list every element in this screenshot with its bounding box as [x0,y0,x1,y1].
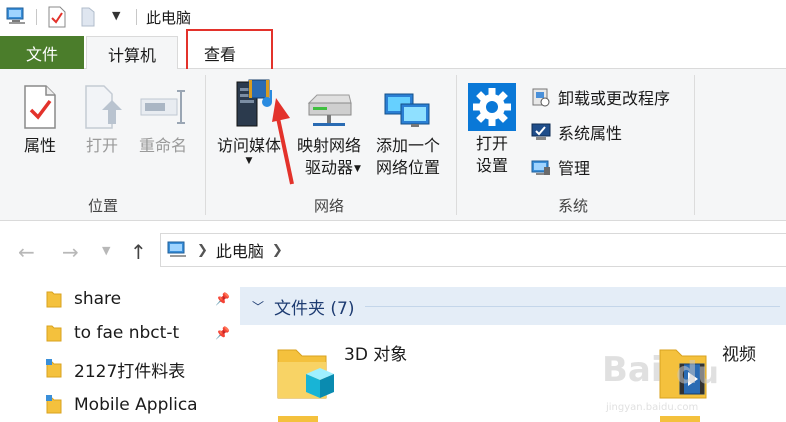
annotation-arrow-icon [272,98,294,185]
forward-arrow-icon[interactable]: → [62,240,79,264]
highlight-annotation-box [186,29,273,74]
map-network-drive-icon [307,94,352,126]
rename-label: 重命名 [138,136,187,155]
network-group-label: 网络 [313,197,344,215]
folders-group-title: 文件夹 (7) [274,298,355,319]
breadcrumb-this-pc[interactable]: 此电脑 [216,238,264,262]
system-properties-icon [530,121,552,143]
nav-item-2127[interactable]: 2127打件料表 [46,354,232,384]
open-icon [85,85,122,129]
location-group-label: 位置 [87,197,118,215]
breadcrumb-chevron-icon[interactable]: ❯ [197,243,208,258]
folder-icon-partial [278,416,318,422]
ribbon-tabs: 文件 计算机 查看 [0,34,786,70]
open-label: 打开 [85,136,118,155]
folders-group-header[interactable]: ﹀ 文件夹 (7) [240,287,786,325]
group-separator [694,75,695,215]
breadcrumb-chevron-icon[interactable]: ❯ [272,243,283,258]
manage-label: 管理 [558,159,591,178]
add-network-location-button[interactable]: 添加一个 网络位置 [370,83,446,179]
pin-icon[interactable]: 📌 [215,292,230,306]
open-settings-label-1: 打开 [475,134,508,153]
folder-icon [46,325,62,342]
system-properties-button[interactable]: 系统属性 [530,118,622,146]
manage-button[interactable]: 管理 [530,153,590,181]
uninstall-label: 卸载或更改程序 [558,89,671,108]
folder-icon [46,291,62,308]
watermark-url: jingyan.baidu.com [606,402,699,413]
divider [364,305,780,307]
add-network-location-label-1: 添加一个 [375,136,440,155]
address-bar[interactable]: ❯ 此电脑 ❯ [160,233,786,267]
computer-icon [6,7,25,24]
chevron-down-icon[interactable]: ﹀ [252,298,264,315]
properties-qa-icon[interactable] [48,6,66,28]
nav-item-mobile-applica[interactable]: Mobile Applica [46,390,232,420]
system-group-label: 系统 [557,197,588,215]
group-separator [205,75,206,215]
properties-button[interactable]: 属性 [18,79,62,157]
uninstall-icon [530,86,552,108]
folder-item-3d-objects[interactable]: 3D 对象 [276,344,407,404]
3d-objects-folder-icon [277,349,334,399]
properties-label: 属性 [23,136,56,155]
open-settings-label-2: 设置 [475,156,508,175]
add-network-location-icon [384,93,430,127]
folder-name: 3D 对象 [344,345,408,365]
separator [136,9,137,25]
ribbon: 属性 打开 重命名 位置 访问媒体 ▼ 映射网络 驱动器 ▼ 添加一个 网络位置… [0,69,786,221]
rename-button[interactable]: 重命名 [134,79,192,157]
open-settings-button[interactable]: 打开 设置 [466,81,518,177]
customize-qa-dropdown-icon[interactable]: ▼ [112,9,120,22]
nav-item-label: Mobile Applica [74,395,198,415]
up-arrow-icon[interactable]: ↑ [130,240,147,264]
uninstall-program-button[interactable]: 卸载或更改程序 [530,83,670,111]
watermark-text: du [676,356,719,391]
nav-item-to-fae[interactable]: to fae nbct-t 📌 [46,318,232,348]
navigation-pane: share 📌 to fae nbct-t 📌 2127打件料表 Mobile … [0,278,236,422]
back-arrow-icon[interactable]: ← [18,240,35,264]
access-media-dropdown-icon[interactable]: ▼ [246,157,253,166]
access-media-icon [236,79,272,127]
folder-shortcut-icon [46,395,62,414]
watermark-text: Bai [602,350,663,390]
computer-icon [167,241,186,257]
map-network-drive-label-2: 驱动器 [304,158,353,177]
pin-icon[interactable]: 📌 [215,326,230,340]
properties-icon [24,85,56,129]
folder-shortcut-icon [46,359,62,378]
baidu-watermark: Bai du jingyan.baidu.com [592,346,782,422]
nav-item-label: to fae nbct-t [74,323,180,343]
map-drive-dropdown-icon[interactable]: ▼ [354,164,361,174]
settings-gear-icon [468,83,516,131]
tab-computer[interactable]: 计算机 [86,36,178,70]
title-bar: ▼ 此电脑 [0,0,786,34]
window-title: 此电脑 [146,9,192,27]
group-separator [456,75,457,215]
tab-file[interactable]: 文件 [0,36,84,69]
nav-item-label: 2127打件料表 [74,361,186,382]
system-properties-label: 系统属性 [558,124,623,143]
open-button[interactable]: 打开 [80,79,124,157]
navigation-bar: ← → ▼ ↑ ❯ 此电脑 ❯ [0,222,786,278]
add-network-location-label-2: 网络位置 [375,158,440,177]
recent-locations-dropdown-icon[interactable]: ▼ [102,244,110,257]
manage-icon [530,156,552,178]
nav-item-label: share [74,289,122,309]
rename-icon [140,90,185,124]
separator [36,9,37,25]
nav-item-share[interactable]: share 📌 [46,284,232,314]
folder-qa-icon[interactable] [80,6,96,28]
